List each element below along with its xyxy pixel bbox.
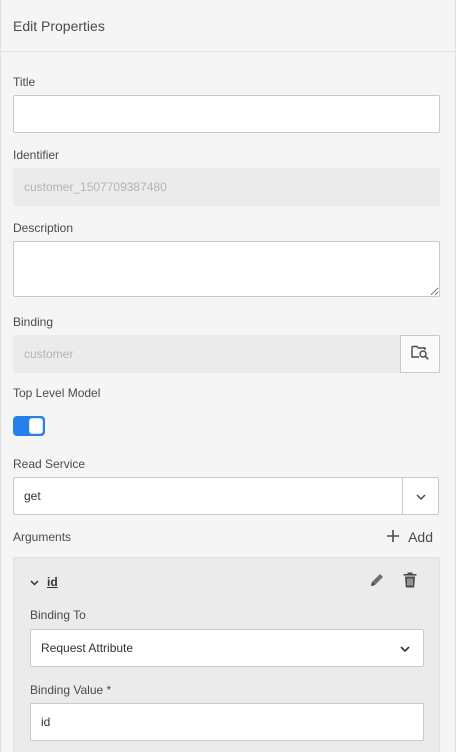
top-level-label: Top Level Model (13, 386, 101, 400)
read-service-value: get (24, 489, 41, 503)
argument-toggle[interactable]: id (30, 575, 58, 589)
argument-actions (369, 572, 417, 593)
chevron-down-icon (30, 575, 39, 589)
read-service-dropdown-button[interactable] (402, 478, 438, 514)
argument-name: id (47, 575, 58, 589)
panel-header: Edit Properties (1, 0, 455, 52)
title-input[interactable] (13, 95, 440, 133)
argument-card-header: id (30, 558, 423, 606)
identifier-label: Identifier (13, 148, 60, 162)
edit-properties-panel: Edit Properties Title Identifier custome… (0, 0, 456, 752)
pencil-icon (369, 573, 385, 592)
add-label: Add (408, 529, 433, 545)
description-textarea[interactable] (13, 241, 440, 297)
panel-title: Edit Properties (13, 17, 105, 34)
chevron-down-icon (400, 641, 410, 655)
binding-to-dropdown-button[interactable] (387, 630, 423, 666)
binding-value-label: Binding Value * (30, 683, 112, 697)
read-service-label: Read Service (13, 457, 86, 471)
identifier-value: customer_1507709387480 (24, 180, 167, 194)
binding-label: Binding (13, 315, 54, 329)
identifier-field: customer_1507709387480 (13, 168, 440, 206)
add-argument-button[interactable]: Add (386, 529, 433, 546)
binding-to-select[interactable]: Request Attribute (30, 629, 424, 667)
read-service-select[interactable]: get (13, 477, 439, 515)
top-level-toggle[interactable] (13, 416, 45, 436)
chevron-down-icon (415, 489, 426, 503)
argument-card: id Binding To Request Attribute Binding … (13, 557, 440, 752)
properties-form: Title Identifier customer_1507709387480 … (1, 52, 455, 752)
arguments-label: Arguments (13, 530, 72, 544)
toggle-knob (29, 418, 43, 434)
title-label: Title (13, 75, 36, 89)
binding-value-input[interactable] (30, 703, 424, 741)
browse-binding-button[interactable] (400, 335, 440, 373)
binding-to-value: Request Attribute (41, 641, 134, 655)
binding-value: customer (24, 347, 74, 361)
edit-argument-button[interactable] (369, 572, 385, 593)
trash-icon (403, 572, 417, 592)
binding-to-label: Binding To (30, 608, 86, 622)
folder-search-icon (411, 344, 429, 365)
plus-icon (386, 529, 400, 546)
arguments-header: Arguments Add (13, 528, 443, 546)
binding-row: customer (13, 335, 443, 373)
delete-argument-button[interactable] (403, 572, 417, 593)
description-label: Description (13, 221, 74, 235)
binding-field: customer (13, 335, 400, 373)
